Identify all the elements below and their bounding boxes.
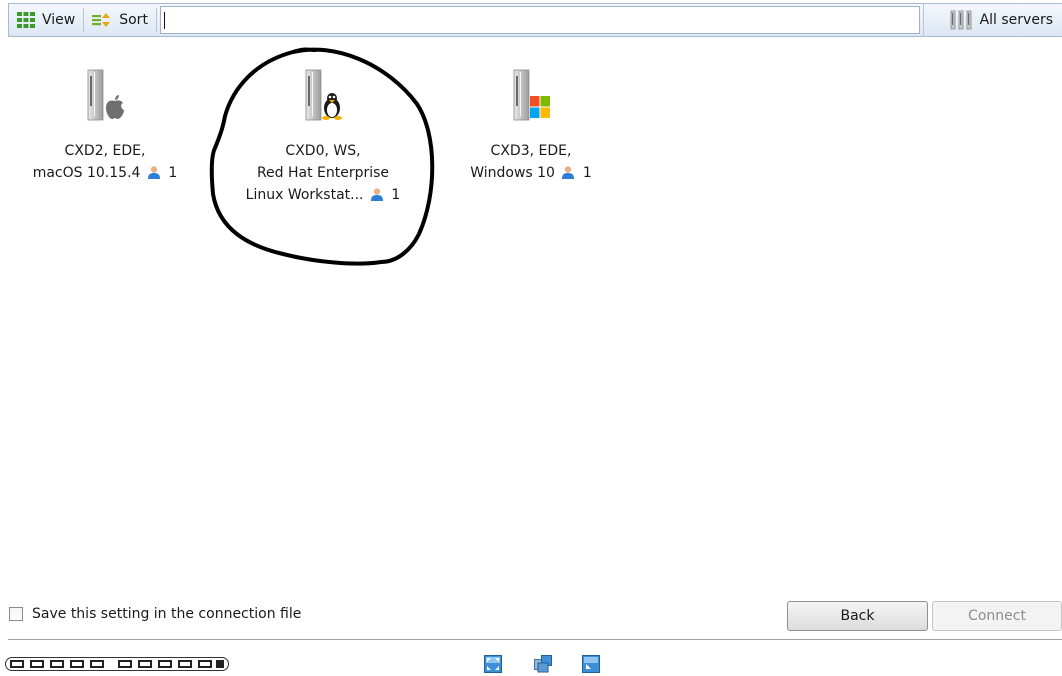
toolbar-separator — [155, 8, 157, 32]
server-os: macOS 10.15.4 — [32, 165, 141, 181]
multi-monitor-icon[interactable] — [534, 655, 552, 673]
sort-button[interactable]: Sort — [84, 4, 156, 36]
fullscreen-icon[interactable] — [484, 655, 502, 673]
server-os-line: Windows 10 1 — [436, 162, 626, 184]
user-count: 1 — [168, 165, 178, 181]
sort-label: Sort — [119, 12, 148, 28]
server-tile-cxd2[interactable]: CXD2, EDE, macOS 10.15.4 1 — [10, 68, 200, 184]
server-icon — [80, 68, 130, 128]
footer-divider — [8, 639, 1062, 640]
view-button[interactable]: View — [9, 4, 83, 36]
server-name-line: CXD3, EDE, — [490, 143, 572, 159]
annotation-circle — [209, 47, 435, 266]
sort-icon — [92, 13, 111, 27]
back-label: Back — [840, 608, 875, 624]
all-servers-button[interactable]: All servers — [922, 4, 1062, 36]
server-name-line: CXD2, EDE, — [64, 143, 146, 159]
connect-button[interactable]: Connect — [932, 601, 1062, 631]
search-input[interactable] — [159, 6, 920, 34]
back-button[interactable]: Back — [787, 601, 928, 631]
user-count: 1 — [582, 165, 592, 181]
server-icon — [506, 68, 556, 128]
save-setting-row[interactable]: Save this setting in the connection file — [9, 606, 301, 622]
view-label: View — [42, 12, 76, 28]
user-icon — [562, 166, 575, 179]
all-servers-label: All servers — [979, 12, 1053, 28]
apple-icon — [106, 95, 124, 119]
cloud-server-logo — [5, 657, 229, 671]
save-setting-label: Save this setting in the connection file — [32, 606, 302, 622]
server-os-line: macOS 10.15.4 1 — [10, 162, 200, 184]
connect-label: Connect — [968, 608, 1026, 624]
user-icon — [147, 166, 160, 179]
servers-icon — [950, 10, 971, 30]
server-tile-cxd3[interactable]: CXD3, EDE, Windows 10 1 — [436, 68, 626, 184]
text-cursor — [163, 12, 165, 29]
window-mode-icon[interactable] — [582, 655, 600, 673]
server-os: Windows 10 — [470, 165, 555, 181]
toolbar: View Sort All servers — [8, 3, 1062, 37]
windows-icon — [530, 96, 550, 118]
save-setting-checkbox[interactable] — [9, 607, 23, 621]
grid-view-icon — [17, 12, 35, 28]
